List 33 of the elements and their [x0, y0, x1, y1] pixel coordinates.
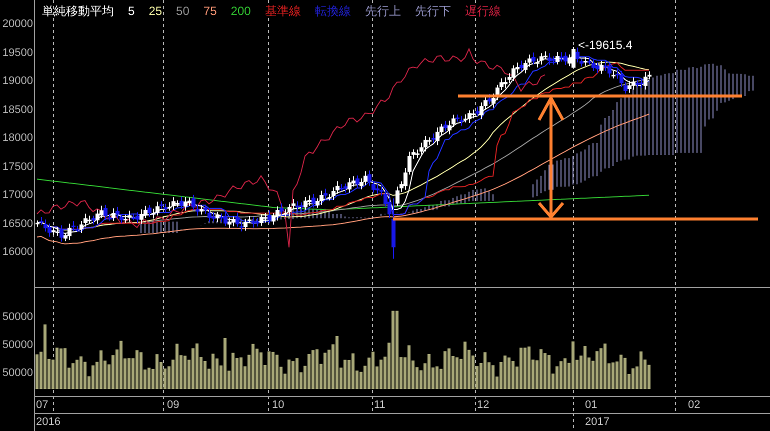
legend-item: 25: [148, 5, 162, 17]
axis-label: 12: [477, 400, 490, 411]
legend-title: 単純移動平均: [42, 5, 114, 17]
legend-item: 先行上: [364, 5, 401, 17]
axis-label: 11: [374, 400, 386, 411]
legend-item: 転換線: [314, 5, 351, 17]
axis-label: 50000: [1, 312, 33, 323]
legend-item: 基準線: [264, 5, 301, 17]
axis-label: 16000: [1, 247, 33, 258]
legend-item: 先行下: [414, 5, 451, 17]
axis-label: 07: [36, 400, 48, 411]
axis-label: 01: [585, 400, 598, 411]
axis-label: 50000: [1, 368, 33, 379]
axis-label: 16500: [1, 218, 33, 230]
axis-label: 19000: [1, 76, 33, 87]
axis-label: 17500: [1, 162, 33, 172]
axis-label: 09: [167, 400, 180, 411]
axis-label: 02: [688, 400, 700, 411]
legend-item: 75: [203, 5, 217, 17]
legend-item: 遅行線: [464, 5, 501, 17]
legend-item: 200: [230, 5, 251, 17]
axis-label: 19500: [1, 48, 33, 58]
axis-label: 2016: [36, 417, 60, 428]
legend-item: 50: [176, 5, 190, 17]
axis-label: 18500: [1, 104, 33, 116]
axis-label: 20000: [1, 19, 33, 30]
price-annotation: <-19615.4: [578, 39, 632, 51]
axis-label: 50000: [1, 340, 33, 351]
axis-label: 2017: [585, 417, 610, 428]
axis-label: 18000: [1, 133, 33, 144]
axis-label: 10: [272, 400, 284, 411]
legend-item: 5: [128, 5, 135, 17]
axis-label: 17000: [1, 190, 33, 201]
